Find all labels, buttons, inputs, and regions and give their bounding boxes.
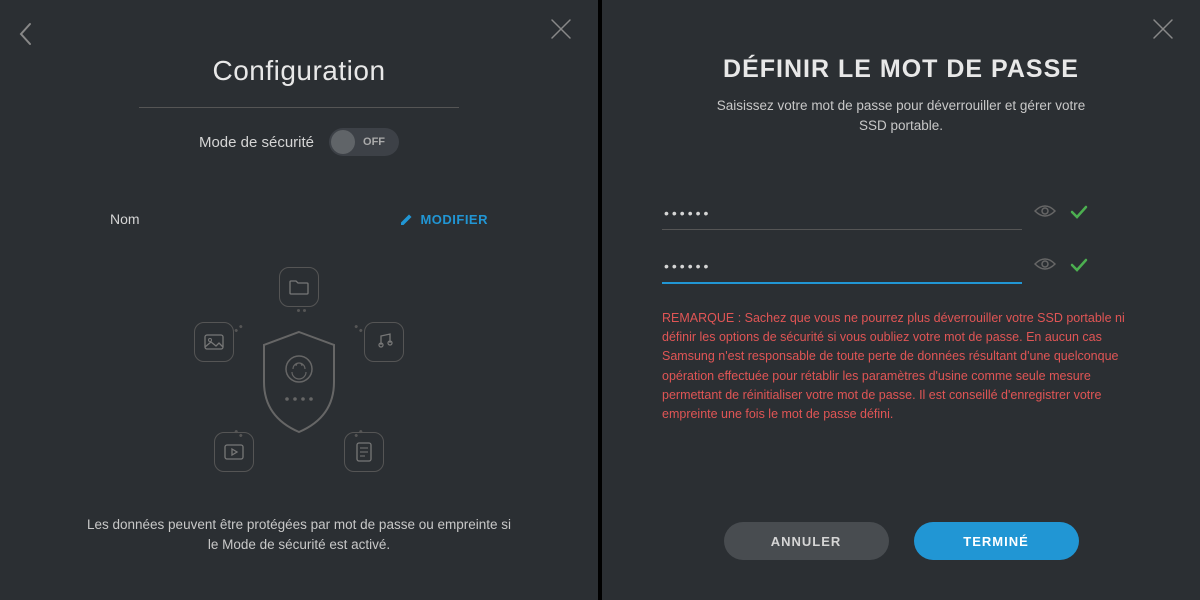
password-confirm-input[interactable] <box>662 250 1022 284</box>
password-warning: REMARQUE : Sachez que vous ne pourrez pl… <box>662 309 1140 425</box>
folder-icon <box>279 267 319 307</box>
back-button[interactable] <box>18 22 42 46</box>
check-icon <box>1070 258 1088 277</box>
security-mode-row: Mode de sécurité OFF <box>0 128 598 156</box>
password-input[interactable] <box>662 197 1022 230</box>
security-graphic <box>159 277 439 487</box>
done-button[interactable]: TERMINÉ <box>914 522 1079 560</box>
cancel-button[interactable]: ANNULER <box>724 522 889 560</box>
toggle-knob <box>331 130 355 154</box>
password-row-1 <box>662 197 1140 230</box>
eye-icon[interactable] <box>1034 256 1056 277</box>
close-button[interactable] <box>550 18 578 46</box>
pencil-icon <box>400 213 413 226</box>
config-footer-text: Les données peuvent être protégées par m… <box>80 515 518 556</box>
shield-icon <box>254 327 344 437</box>
config-title: Configuration <box>0 55 598 87</box>
modify-name-button[interactable]: MODIFIER <box>400 212 488 227</box>
password-subtitle: Saisissez votre mot de passe pour déverr… <box>702 96 1100 137</box>
security-mode-label: Mode de sécurité <box>199 134 314 151</box>
name-row: Nom MODIFIER <box>110 211 488 227</box>
close-button[interactable] <box>1152 18 1180 46</box>
eye-icon[interactable] <box>1034 203 1056 224</box>
music-icon <box>364 322 404 362</box>
document-icon <box>344 432 384 472</box>
title-divider <box>139 107 459 108</box>
name-label: Nom <box>110 211 140 227</box>
password-title: DÉFINIR LE MOT DE PASSE <box>602 55 1200 84</box>
password-fields: REMARQUE : Sachez que vous ne pourrez pl… <box>662 197 1140 425</box>
check-icon <box>1070 205 1088 224</box>
security-mode-toggle[interactable]: OFF <box>329 128 399 156</box>
video-icon <box>214 432 254 472</box>
image-icon <box>194 322 234 362</box>
password-panel: DÉFINIR LE MOT DE PASSE Saisissez votre … <box>602 0 1200 600</box>
modify-label: MODIFIER <box>420 212 488 227</box>
config-panel: Configuration Mode de sécurité OFF Nom M… <box>0 0 598 600</box>
toggle-state-label: OFF <box>363 136 385 148</box>
button-row: ANNULER TERMINÉ <box>602 522 1200 560</box>
password-row-2 <box>662 250 1140 284</box>
